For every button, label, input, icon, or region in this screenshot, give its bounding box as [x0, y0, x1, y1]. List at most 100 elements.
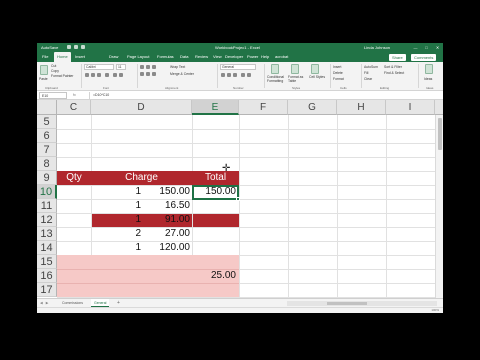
- autosave-toggle[interactable]: AutoSave: [41, 43, 58, 52]
- align-right-icon[interactable]: [152, 72, 156, 76]
- scrollbar-thumb[interactable]: [438, 118, 442, 150]
- find-select-button[interactable]: Find & Select: [384, 71, 404, 75]
- row-header-14[interactable]: 14: [37, 241, 57, 255]
- sheet-tab-commissions[interactable]: Commissions: [59, 299, 86, 307]
- autosum-button[interactable]: AutoSum: [364, 65, 378, 69]
- summary-cell[interactable]: 25.00: [192, 269, 236, 283]
- header-charge[interactable]: Charge: [91, 171, 192, 185]
- borders-icon[interactable]: [105, 73, 109, 77]
- worksheet-grid[interactable]: C D E F G H I J 5 6 7 8 9 10 11: [37, 100, 443, 298]
- cell-styles-icon[interactable]: [311, 64, 319, 74]
- maximize-button[interactable]: □: [424, 43, 429, 52]
- conditional-formatting-button[interactable]: Conditional Formatting: [267, 75, 287, 83]
- tab-review[interactable]: Review: [195, 52, 208, 62]
- share-button[interactable]: Share: [389, 54, 406, 61]
- tab-insert[interactable]: Insert: [75, 52, 85, 62]
- decrease-decimal-icon[interactable]: [247, 73, 251, 77]
- font-size-box[interactable]: 11: [116, 64, 126, 70]
- ideas-button[interactable]: Ideas: [424, 77, 432, 81]
- format-as-table-icon[interactable]: [291, 64, 299, 74]
- fx-icon[interactable]: fx: [73, 92, 76, 99]
- align-middle-icon[interactable]: [146, 65, 150, 69]
- format-cells-button[interactable]: Format: [333, 77, 344, 81]
- tab-data[interactable]: Data: [180, 52, 188, 62]
- paste-icon[interactable]: [40, 65, 48, 75]
- ideas-icon[interactable]: [425, 64, 433, 74]
- copy-button[interactable]: Copy: [51, 69, 59, 73]
- conditional-formatting-icon[interactable]: [271, 64, 279, 74]
- cell-styles-button[interactable]: Cell Styles: [309, 75, 327, 80]
- column-header-e[interactable]: E: [192, 100, 239, 115]
- increase-decimal-icon[interactable]: [241, 73, 245, 77]
- tab-view[interactable]: View: [213, 52, 222, 62]
- row-header-7[interactable]: 7: [37, 143, 57, 157]
- currency-icon[interactable]: [221, 73, 225, 77]
- format-painter-button[interactable]: Format Painter: [51, 74, 73, 78]
- font-name-box[interactable]: Calibri: [84, 64, 114, 70]
- align-left-icon[interactable]: [140, 72, 144, 76]
- wrap-text-button[interactable]: Wrap Text: [170, 65, 185, 69]
- bold-icon[interactable]: [85, 73, 89, 77]
- save-icon[interactable]: [67, 45, 71, 49]
- header-qty[interactable]: Qty: [57, 171, 91, 185]
- row-header-12[interactable]: 12: [37, 213, 57, 227]
- row-header-6[interactable]: 6: [37, 129, 57, 143]
- row-header-5[interactable]: 5: [37, 115, 57, 129]
- prev-sheet-icon[interactable]: ◀: [40, 300, 43, 307]
- comma-icon[interactable]: [233, 73, 237, 77]
- column-header-g[interactable]: G: [288, 100, 337, 115]
- sheet-tab-general[interactable]: General: [91, 299, 110, 307]
- row-header-10[interactable]: 10: [37, 185, 57, 199]
- tab-home[interactable]: Home: [54, 52, 71, 62]
- fill-color-icon[interactable]: [113, 73, 117, 77]
- tab-page-layout[interactable]: Page Layout: [127, 52, 149, 62]
- header-total[interactable]: Total: [192, 171, 239, 185]
- paste-label[interactable]: Paste: [39, 77, 48, 81]
- tab-formulas[interactable]: Formulas: [157, 52, 174, 62]
- close-button[interactable]: ✕: [435, 43, 440, 52]
- tab-power[interactable]: Power: [247, 52, 258, 62]
- row-header-8[interactable]: 8: [37, 157, 57, 171]
- underline-icon[interactable]: [97, 73, 101, 77]
- cell-total[interactable]: 150.00: [192, 185, 236, 199]
- column-header-j[interactable]: J: [435, 100, 443, 115]
- formula-input[interactable]: =D10*C10: [89, 92, 439, 99]
- column-header-i[interactable]: I: [386, 100, 435, 115]
- cell-charge[interactable]: 16.50: [91, 199, 190, 213]
- fill-handle[interactable]: [236, 197, 240, 201]
- row-header-17[interactable]: 17: [37, 283, 57, 297]
- zoom-level[interactable]: 100%: [431, 308, 439, 313]
- align-bottom-icon[interactable]: [152, 65, 156, 69]
- column-header-h[interactable]: H: [337, 100, 386, 115]
- comments-button[interactable]: Comments: [411, 54, 437, 61]
- row-header-9[interactable]: 9: [37, 171, 57, 185]
- align-center-icon[interactable]: [146, 72, 150, 76]
- redo-icon[interactable]: [81, 45, 85, 49]
- sort-filter-button[interactable]: Sort & Filter: [384, 65, 402, 69]
- vertical-scrollbar[interactable]: [435, 115, 443, 298]
- column-header-f[interactable]: F: [239, 100, 288, 115]
- row-header-11[interactable]: 11: [37, 199, 57, 213]
- italic-icon[interactable]: [91, 73, 95, 77]
- column-header-c[interactable]: C: [57, 100, 91, 115]
- cut-button[interactable]: Cut: [51, 64, 56, 68]
- next-sheet-icon[interactable]: ▶: [46, 300, 49, 307]
- row-header-16[interactable]: 16: [37, 269, 57, 283]
- percent-icon[interactable]: [227, 73, 231, 77]
- select-all-corner[interactable]: [37, 100, 57, 115]
- tab-acrobat[interactable]: acrobat: [275, 52, 288, 62]
- align-top-icon[interactable]: [140, 65, 144, 69]
- horizontal-scrollbar[interactable]: [287, 301, 437, 306]
- clear-button[interactable]: Clear: [364, 77, 372, 81]
- cell-charge[interactable]: 120.00: [91, 241, 190, 255]
- column-header-d[interactable]: D: [91, 100, 192, 115]
- font-color-icon[interactable]: [119, 73, 123, 77]
- delete-cells-button[interactable]: Delete: [333, 71, 343, 75]
- user-name[interactable]: Linda Johnson: [364, 43, 390, 52]
- number-format-box[interactable]: General: [220, 64, 256, 70]
- cell-charge[interactable]: 27.00: [91, 227, 190, 241]
- merge-center-button[interactable]: Merge & Center: [170, 72, 194, 76]
- tab-help[interactable]: Help: [261, 52, 269, 62]
- insert-cells-button[interactable]: Insert: [333, 65, 341, 69]
- row-header-15[interactable]: 15: [37, 255, 57, 269]
